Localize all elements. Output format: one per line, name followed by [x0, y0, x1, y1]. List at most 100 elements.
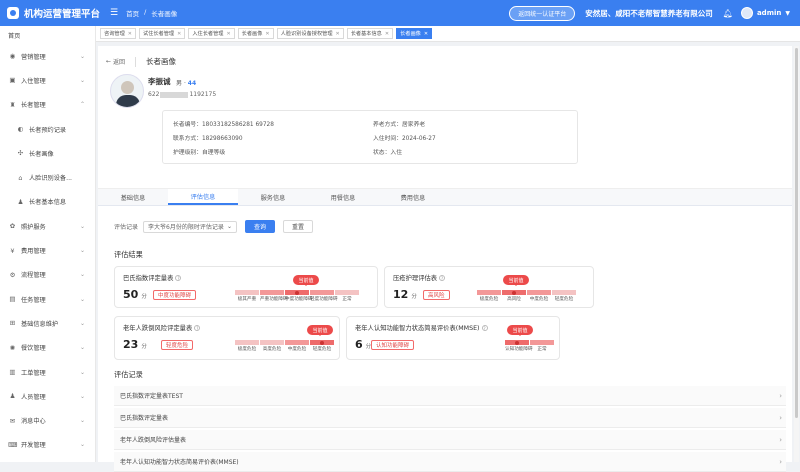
sidebar-item[interactable]: ♜ 长者管理 ⌃: [0, 93, 95, 117]
sidebar-item[interactable]: ¥ 费用管理 ⌄: [0, 238, 95, 262]
sidebar-item[interactable]: ✉ 消息中心 ⌄: [0, 408, 95, 432]
open-tab[interactable]: 入住长者管理 ✕: [188, 28, 235, 39]
record-title: 老年人跌倒风险评估量表: [120, 437, 187, 444]
record-select[interactable]: 李大爷6月份的限时评估记录 ⌄: [143, 220, 238, 233]
current-value-marker: 当前值: [307, 325, 333, 336]
close-icon[interactable]: ✕: [265, 31, 269, 37]
assessment-tag: 高风险: [423, 290, 450, 300]
checkin-icon: ▣: [9, 76, 16, 85]
sidebar-item[interactable]: ✣ 长者画像: [0, 141, 95, 165]
sidebar-item[interactable]: ⌂ 人脸识别设备...: [0, 165, 95, 189]
chevron-icon: ⌄: [79, 222, 85, 230]
sidebar-item[interactable]: ◉ 营销管理 ⌄: [0, 44, 95, 68]
menu-toggle-icon[interactable]: ☰: [110, 8, 118, 18]
open-tab[interactable]: 试住长者管理 ✕: [138, 28, 186, 39]
sidebar-item-label: 基础信息维护: [21, 320, 59, 328]
level-label: 高度危险: [262, 347, 282, 352]
level-label: 认知功能障碍: [505, 347, 533, 352]
record-row[interactable]: 巴氏指数评定量表 ›: [114, 408, 786, 428]
sidebar-item-label: 人脸识别设备...: [29, 175, 73, 183]
chevron-icon: ⌄: [79, 76, 85, 84]
level-label: 极度危险: [479, 297, 499, 302]
sidebar-item[interactable]: ▥ 工单管理 ⌄: [0, 360, 95, 384]
chevron-right-icon: ›: [779, 391, 782, 400]
chevron-right-icon: ›: [779, 413, 782, 422]
level-segment: 高度危险: [260, 340, 284, 352]
task-icon: ▤: [9, 295, 16, 304]
help-icon: ?: [194, 325, 201, 331]
chevron-icon: ⌄: [79, 319, 85, 327]
sidebar-item-label: 入住管理: [21, 77, 46, 85]
pension-mode: 养老方式：居家养老: [373, 122, 426, 128]
sidebar-item[interactable]: ♟ 长者基本信息: [0, 190, 95, 214]
section-tabs: 基础信息 评估信息 服务信息 用餐信息 费用信息: [98, 188, 792, 206]
patient-gender-age: 男 · 44: [176, 80, 197, 87]
sidebar-item[interactable]: 首页: [0, 26, 95, 44]
sidebar: 首页 ◉ 营销管理 ⌄ ▣ 入住管理 ⌄ ♜ 长者管理 ⌃ ◐ 长者预约记录 ✣ 长者画像 ⌂ 人脸识别设备.…: [0, 26, 96, 462]
fee-icon: ¥: [10, 246, 15, 255]
sidebar-item[interactable]: ⚙ 流程管理 ⌄: [0, 263, 95, 287]
back-button[interactable]: 返回: [113, 57, 125, 66]
caret-down-icon[interactable]: ▼: [785, 10, 790, 17]
close-icon[interactable]: ✕: [177, 31, 181, 37]
close-icon[interactable]: ✕: [385, 31, 389, 37]
close-icon[interactable]: ✕: [336, 31, 340, 37]
level-label: 中度危险: [529, 297, 549, 302]
sidebar-item[interactable]: ▣ 入住管理 ⌄: [0, 68, 95, 92]
record-row[interactable]: 老年人跌倒风险评估量表 ›: [114, 430, 786, 450]
open-tab[interactable]: 人脸识别设备授权管理 ✕: [276, 28, 344, 39]
sidebar-item[interactable]: ⌨ 开发管理 ⌄: [0, 433, 95, 457]
sidebar-item[interactable]: ◐ 长者预约记录: [0, 117, 95, 141]
back-arrow-icon[interactable]: ←: [106, 58, 113, 65]
sidebar-item-label: 费用管理: [21, 248, 46, 256]
level-segment: 极度危险: [235, 340, 259, 352]
section-tab[interactable]: 基础信息: [98, 189, 168, 205]
current-level-dot: [295, 290, 299, 295]
open-tab-label: 长者基本信息: [350, 31, 382, 37]
page-scrollbar[interactable]: [794, 46, 799, 462]
open-tab[interactable]: 咨询管理 ✕: [100, 28, 136, 39]
open-tab-label: 咨询管理: [104, 31, 125, 37]
record-title: 巴氏指数评定量表: [120, 415, 169, 422]
username[interactable]: admin: [757, 9, 781, 17]
return-auth-button[interactable]: 返回统一认证平台: [509, 5, 576, 21]
sidebar-item[interactable]: ✺ 餐饮管理 ⌄: [0, 336, 95, 360]
section-tab[interactable]: 服务信息: [238, 189, 308, 205]
section-tab[interactable]: 用餐信息: [308, 189, 378, 205]
sidebar-item[interactable]: ⊞ 基础信息维护 ⌄: [0, 311, 95, 335]
user-avatar[interactable]: [740, 7, 753, 19]
assessment-tag: 认知功能障碍: [371, 340, 415, 350]
open-tab[interactable]: 长者画像 ✕: [237, 28, 274, 39]
breadcrumb-home[interactable]: 首页: [126, 8, 139, 18]
sidebar-item[interactable]: ▤ 任务管理 ⌄: [0, 287, 95, 311]
section-tab[interactable]: 费用信息: [378, 189, 448, 205]
record-row[interactable]: 巴氏指数评定量表TEST ›: [114, 386, 786, 406]
top-bar: 机构运营管理平台 ☰ 首页 / 长者画像 返回统一认证平台 安然居、咸阳不老帮智…: [0, 0, 800, 26]
open-tab-label: 试住长者管理: [142, 31, 175, 37]
close-icon[interactable]: ✕: [424, 31, 428, 37]
assessment-card-barthel: 巴氏指数评定量表? 50 分 中度功能障碍 当前值 极其严重 严重功能障碍 中度功能障…: [114, 266, 378, 308]
bell-icon[interactable]: 🔔︎: [723, 9, 733, 18]
patient-info-card: 长者编号：18033182586281 69728 联系方式：182986630…: [162, 110, 578, 164]
close-icon[interactable]: ✕: [128, 31, 132, 37]
open-tab[interactable]: 长者基本信息 ✕: [346, 28, 394, 39]
sidebar-item-label: 消息中心: [21, 418, 46, 426]
sidebar-item[interactable]: ✿ 照护服务 ⌄: [0, 214, 95, 238]
level-segment: 中度危险: [527, 290, 551, 302]
assessment-score: 12 分: [393, 288, 417, 301]
portrait-icon: ✣: [17, 149, 24, 158]
chevron-icon: ⌄: [79, 247, 85, 255]
open-tab[interactable]: 长者画像 ✕: [396, 28, 433, 39]
workorder-icon: ▥: [9, 368, 16, 376]
level-label: 中度功能障碍: [285, 297, 313, 302]
open-tab-label: 长者画像: [241, 31, 263, 37]
sidebar-item[interactable]: ♟ 人员管理 ⌄: [0, 384, 95, 408]
query-button[interactable]: 查询: [245, 220, 276, 233]
close-icon[interactable]: ✕: [226, 31, 230, 37]
chevron-icon: ⌄: [79, 52, 85, 60]
dev-icon: ⌨: [8, 440, 18, 449]
section-tab[interactable]: 评估信息: [168, 189, 238, 205]
open-tab-label: 长者画像: [400, 31, 421, 37]
record-row[interactable]: 老年人认知功能智力状态简易评价表(MMSE) ›: [114, 452, 786, 472]
reset-button[interactable]: 重置: [283, 220, 314, 233]
